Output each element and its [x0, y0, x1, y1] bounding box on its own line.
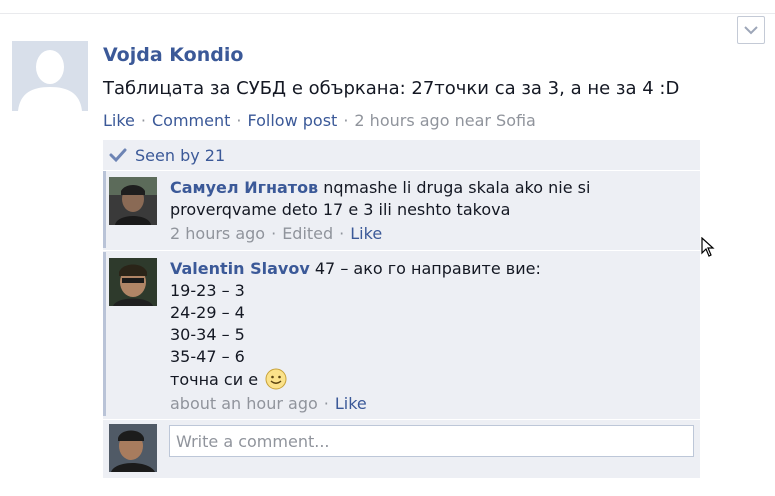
commenter-photo [109, 258, 157, 306]
comment-like-link[interactable]: Like [335, 394, 367, 413]
viewer-avatar [109, 424, 157, 472]
author-avatar[interactable] [12, 41, 88, 111]
comment-text: 47 – ако го направите вие: [314, 259, 541, 278]
separator-dot: · [343, 111, 349, 130]
comment-item: Valentin Slavov 47 – ако го направите ви… [103, 252, 700, 416]
feedback-panel: Seen by 21 Самуел Игнатов nqmashe li dru… [103, 140, 700, 478]
comment-text: 35-47 – 6 [170, 347, 245, 366]
separator-dot: · [236, 111, 242, 130]
comment-timestamp[interactable]: 2 hours ago [170, 224, 265, 243]
separator-dot: · [271, 224, 277, 243]
edited-label[interactable]: Edited [282, 224, 333, 243]
seen-by-label[interactable]: Seen by 21 [135, 146, 225, 165]
comment-timestamp[interactable]: about an hour ago [170, 394, 318, 413]
comment-meta: 2 hours ago · Edited · Like [170, 223, 695, 245]
comment-text: 19-23 – 3 [170, 281, 245, 300]
comment-like-link[interactable]: Like [350, 224, 382, 243]
chevron-down-icon [744, 26, 758, 35]
comment-item: Самуел Игнатов nqmashe li druga skala ak… [103, 171, 700, 248]
comment-text: 24-29 – 4 [170, 303, 245, 322]
comment-text: proverqvame deto 17 e 3 ili neshto takov… [170, 200, 511, 219]
post-message: Таблицата за СУБД е объркана: 27точки са… [103, 78, 680, 99]
comment-meta: about an hour ago · Like [170, 393, 695, 415]
commenter-name-link[interactable]: Самуел Игнатов [170, 178, 318, 197]
comment-text: nqmashe li druga skala ako nie si [323, 178, 591, 197]
post-timestamp[interactable]: 2 hours ago near Sofia [354, 111, 535, 130]
mouse-cursor-icon [701, 237, 715, 257]
commenter-name-link[interactable]: Valentin Slavov [170, 259, 310, 278]
commenter-avatar[interactable] [109, 258, 157, 306]
commenter-photo [109, 177, 157, 225]
separator-dot: · [323, 394, 329, 413]
viewer-photo [109, 424, 157, 472]
comment-text: точна си е [170, 370, 259, 389]
comment-link[interactable]: Comment [152, 111, 230, 130]
default-profile-silhouette-icon [12, 41, 88, 111]
comment-text: 30-34 – 5 [170, 325, 245, 344]
seen-by-row[interactable]: Seen by 21 [103, 140, 700, 170]
top-divider [0, 13, 775, 14]
comment-body: Самуел Игнатов nqmashe li druga skala ak… [170, 177, 695, 245]
comment-body: Valentin Slavov 47 – ако го направите ви… [170, 258, 695, 415]
story-options-button[interactable] [737, 16, 765, 44]
post-actions: Like · Comment · Follow post · 2 hours ago nea… [103, 111, 536, 130]
comment-input[interactable] [169, 425, 694, 457]
comment-composer [103, 420, 700, 478]
follow-post-link[interactable]: Follow post [247, 111, 337, 130]
separator-dot: · [339, 224, 345, 243]
checkmark-icon [109, 148, 127, 163]
divider [103, 250, 700, 251]
separator-dot: · [140, 111, 146, 130]
post-author-link[interactable]: Vojda Kondio [103, 44, 243, 66]
smiley-icon [265, 368, 287, 390]
like-link[interactable]: Like [103, 111, 135, 130]
commenter-avatar[interactable] [109, 177, 157, 225]
